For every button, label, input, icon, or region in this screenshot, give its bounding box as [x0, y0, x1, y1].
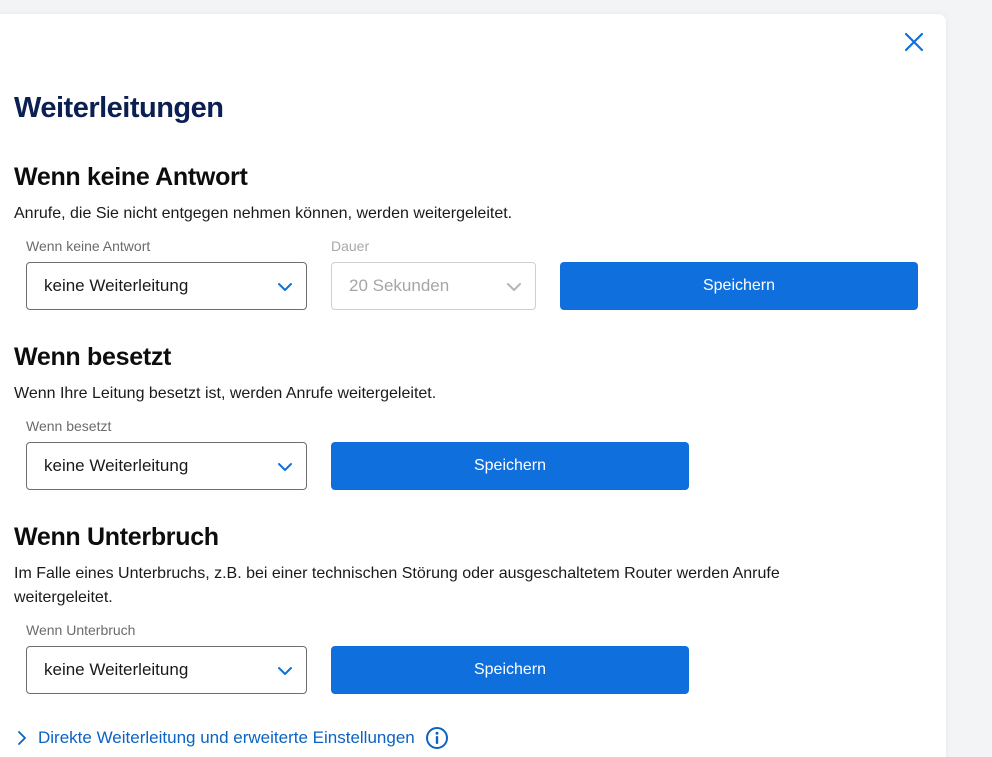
no-answer-select-value: keine Weiterleitung: [44, 276, 189, 295]
interruption-description-line2: weitergeleitet.: [14, 589, 113, 606]
info-icon[interactable]: [425, 726, 449, 750]
duration-select: 20 Sekunden: [331, 262, 536, 310]
advanced-settings-label: Direkte Weiterleitung und erweiterte Ein…: [38, 728, 415, 747]
no-answer-heading: Wenn keine Antwort: [14, 163, 248, 191]
interruption-section: Wenn Unterbruch Im Falle eines Unterbruc…: [14, 522, 914, 610]
busy-select[interactable]: keine Weiterleitung: [26, 442, 307, 490]
busy-heading: Wenn besetzt: [14, 343, 172, 371]
no-answer-select-label: Wenn keine Antwort: [26, 238, 151, 254]
interruption-description: Im Falle eines Unterbruchs, z.B. bei ein…: [14, 562, 914, 610]
chevron-down-icon: [278, 283, 292, 291]
close-button[interactable]: [901, 29, 927, 55]
no-answer-section: Wenn keine Antwort Anrufe, die Sie nicht…: [14, 162, 914, 226]
chevron-down-icon: [278, 463, 292, 471]
chevron-down-icon: [278, 667, 292, 675]
busy-save-button[interactable]: Speichern: [331, 442, 689, 490]
busy-select-label: Wenn besetzt: [26, 418, 112, 434]
interruption-heading: Wenn Unterbruch: [14, 523, 219, 551]
advanced-settings-link[interactable]: Direkte Weiterleitung und erweiterte Ein…: [14, 726, 449, 750]
interruption-save-button[interactable]: Speichern: [331, 646, 689, 694]
chevron-right-icon: [18, 731, 26, 745]
no-answer-description: Anrufe, die Sie nicht entgegen nehmen kö…: [14, 205, 513, 222]
no-answer-save-button[interactable]: Speichern: [560, 262, 918, 310]
duration-select-value: 20 Sekunden: [349, 276, 450, 295]
interruption-select-value: keine Weiterleitung: [44, 660, 189, 679]
interruption-select[interactable]: keine Weiterleitung: [26, 646, 307, 694]
busy-description: Wenn Ihre Leitung besetzt ist, werden An…: [14, 385, 437, 402]
no-answer-select[interactable]: keine Weiterleitung: [26, 262, 307, 310]
busy-select-value: keine Weiterleitung: [44, 456, 189, 475]
busy-section: Wenn besetzt Wenn Ihre Leitung besetzt i…: [14, 342, 914, 406]
duration-select-label: Dauer: [331, 238, 370, 254]
chevron-down-icon: [507, 283, 521, 291]
interruption-select-label: Wenn Unterbruch: [26, 622, 136, 638]
page-title: Weiterleitungen: [14, 92, 224, 124]
interruption-description-line1: Im Falle eines Unterbruchs, z.B. bei ein…: [14, 565, 780, 582]
close-icon: [904, 32, 924, 52]
